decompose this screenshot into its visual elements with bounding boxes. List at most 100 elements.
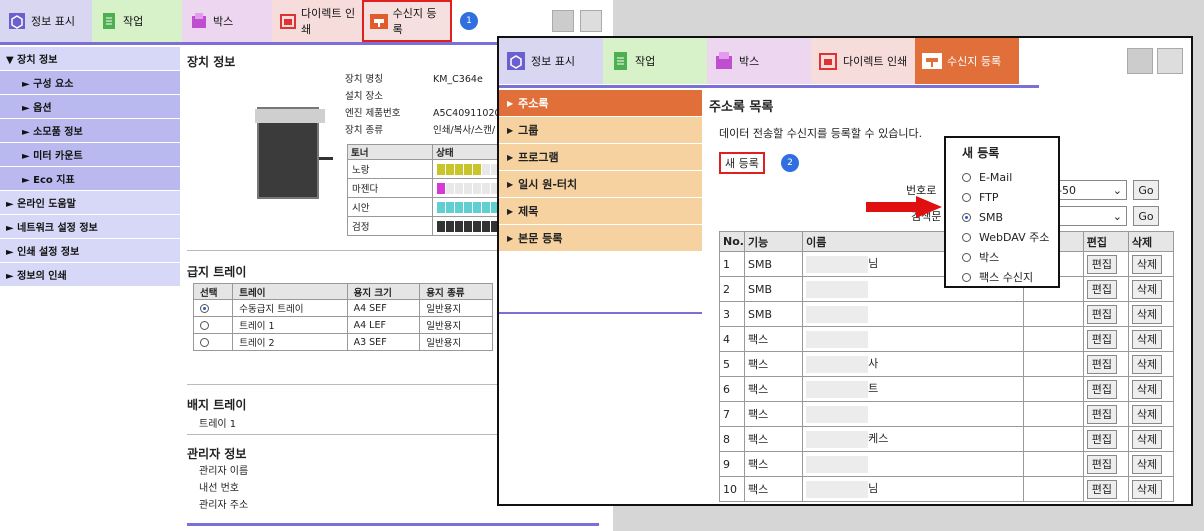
edit-cell: 편집: [1082, 401, 1129, 427]
new-register-button[interactable]: 새 등록: [719, 152, 765, 174]
option-radio[interactable]: [962, 252, 971, 262]
feed-tray-title: 급지 트레이: [187, 265, 247, 279]
row-no: 10: [719, 476, 745, 502]
edit-button[interactable]: 편집: [1086, 254, 1117, 274]
table-row: 10 팩스 님 편집 삭제: [719, 476, 1175, 502]
edit-button[interactable]: 편집: [1086, 304, 1117, 324]
toner-segment: [455, 163, 464, 175]
sidebar-item-subject[interactable]: ▶ 제목: [499, 198, 702, 225]
triangle-icon: ▶: [507, 98, 514, 108]
front-tab-address[interactable]: 수신지 등록: [915, 38, 1019, 84]
edit-button[interactable]: 편집: [1086, 429, 1117, 449]
edit-button[interactable]: 편집: [1086, 354, 1117, 374]
tray-size: A4 SEF: [346, 299, 421, 317]
option-radio[interactable]: [962, 192, 971, 202]
back-tab-job[interactable]: 작업: [92, 0, 182, 42]
delete-button[interactable]: 삭제: [1131, 304, 1163, 324]
sidebar-label: 프로그램: [518, 151, 559, 164]
delete-button[interactable]: 삭제: [1131, 454, 1163, 474]
edit-cell: 편집: [1082, 426, 1129, 452]
edit-button[interactable]: 편집: [1086, 404, 1117, 424]
delete-button[interactable]: 삭제: [1131, 379, 1163, 399]
toner-segment: [473, 201, 482, 213]
sidebar-item-body-text[interactable]: ▶ 본문 등록: [499, 225, 702, 252]
sidebar-item-group[interactable]: ▶ 그룹: [499, 117, 702, 144]
popup-option[interactable]: 팩스 수신지: [962, 267, 1058, 287]
delete-button[interactable]: 삭제: [1131, 254, 1163, 274]
settings-cube-icon[interactable]: [552, 10, 574, 32]
delete-button[interactable]: 삭제: [1131, 279, 1163, 299]
edit-button[interactable]: 편집: [1086, 379, 1117, 399]
delete-cell: 삭제: [1127, 276, 1175, 302]
name-tail: 사: [868, 357, 879, 371]
redacted-name: [806, 430, 869, 448]
sidebar-item-temp-one-touch[interactable]: ▶ 일시 원-터치: [499, 171, 702, 198]
sidebar-item-address-book[interactable]: ▶ 주소록: [499, 90, 702, 117]
popup-option[interactable]: WebDAV 주소: [962, 227, 1058, 247]
sidebar-item-options[interactable]: ► 옵션: [0, 95, 180, 119]
front-tab-info[interactable]: 정보 표시: [499, 38, 603, 84]
edit-cell: 편집: [1082, 376, 1129, 402]
tray-radio[interactable]: [200, 337, 209, 347]
edit-button[interactable]: 편집: [1086, 479, 1117, 499]
sidebar-item-program[interactable]: ▶ 프로그램: [499, 144, 702, 171]
delete-button[interactable]: 삭제: [1131, 404, 1163, 424]
back-tab-box[interactable]: 박스: [182, 0, 272, 42]
sidebar-item-eco[interactable]: ► Eco 지표: [0, 167, 180, 191]
delete-button[interactable]: 삭제: [1131, 329, 1163, 349]
sidebar-item-network-settings[interactable]: ► 네트워크 설정 정보: [0, 215, 180, 239]
back-bottom-bar: [187, 523, 599, 526]
settings-cube-icon[interactable]: [1127, 48, 1153, 74]
sidebar-item-print-info[interactable]: ► 정보의 인쇄: [0, 263, 180, 287]
job-doc-icon: [608, 49, 632, 73]
option-radio[interactable]: [962, 272, 971, 282]
option-label: E-Mail: [979, 170, 1013, 184]
tray-radio[interactable]: [200, 303, 209, 313]
sidebar-label: 일시 원-터치: [518, 178, 578, 191]
front-tab-direct-print[interactable]: 다이렉트 인쇄: [811, 38, 915, 84]
search-select[interactable]: ⌄: [1053, 206, 1127, 226]
redacted-name: [806, 355, 869, 373]
sidebar-item-online-help[interactable]: ► 온라인 도움말: [0, 191, 180, 215]
edit-button[interactable]: 편집: [1086, 279, 1117, 299]
go-button-search[interactable]: Go: [1133, 206, 1159, 226]
box-icon: [188, 10, 210, 32]
front-tab-job[interactable]: 작업: [603, 38, 707, 84]
front-tab-box[interactable]: 박스: [707, 38, 811, 84]
panel-icon[interactable]: [580, 10, 602, 32]
sidebar-item-consumables[interactable]: ► 소모품 정보: [0, 119, 180, 143]
option-radio[interactable]: [962, 232, 971, 242]
edit-cell: 편집: [1082, 301, 1129, 327]
chevron-down-icon: ⌄: [1112, 183, 1122, 197]
option-radio[interactable]: [962, 212, 971, 222]
triangle-icon: ▶: [507, 233, 514, 243]
delete-button[interactable]: 삭제: [1131, 479, 1163, 499]
redacted-name: [806, 330, 869, 348]
back-tab-direct-print[interactable]: 다이렉트 인쇄: [272, 0, 362, 42]
toner-segment: [455, 220, 464, 232]
number-select[interactable]: -50 ⌄: [1053, 180, 1127, 200]
edit-button[interactable]: 편집: [1086, 329, 1117, 349]
back-tab-job-label: 작업: [123, 15, 144, 28]
popup-option[interactable]: E-Mail: [962, 167, 1058, 187]
front-tab-info-label: 정보 표시: [531, 55, 575, 68]
delete-button[interactable]: 삭제: [1131, 429, 1163, 449]
table-row: 6 팩스 트 편집 삭제: [719, 376, 1175, 402]
panel-icon[interactable]: [1157, 48, 1183, 74]
popup-option[interactable]: SMB: [962, 207, 1058, 227]
name-tail: 케스: [868, 432, 889, 446]
delete-button[interactable]: 삭제: [1131, 354, 1163, 374]
edit-button[interactable]: 편집: [1086, 454, 1117, 474]
option-radio[interactable]: [962, 172, 971, 182]
tray-radio[interactable]: [200, 320, 209, 330]
sidebar-item-components[interactable]: ► 구성 요소: [0, 71, 180, 95]
go-button-number[interactable]: Go: [1133, 180, 1159, 200]
sidebar-item-device-info[interactable]: ▼ 장치 정보: [0, 47, 180, 71]
popup-option[interactable]: 박스: [962, 247, 1058, 267]
sidebar-item-print-settings[interactable]: ► 인쇄 설정 정보: [0, 239, 180, 263]
option-label: SMB: [979, 210, 1004, 224]
popup-option[interactable]: FTP: [962, 187, 1058, 207]
sidebar-item-meter-count[interactable]: ► 미터 카운트: [0, 143, 180, 167]
back-tab-info[interactable]: 정보 표시: [0, 0, 92, 42]
back-tab-address[interactable]: 수신지 등록: [362, 0, 452, 42]
